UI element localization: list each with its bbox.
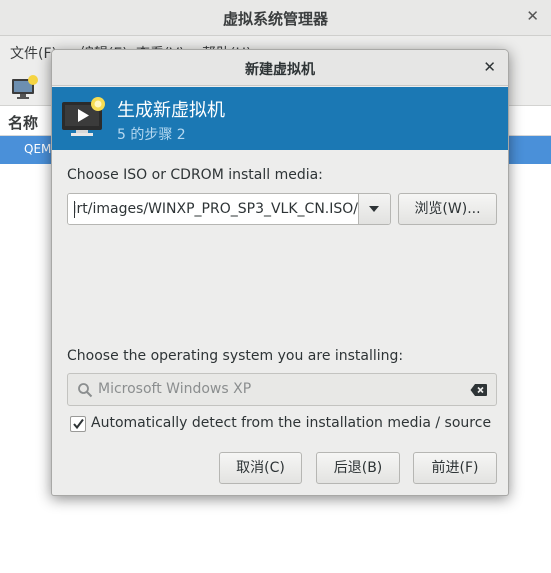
column-name-header[interactable]: 名称 <box>8 112 38 133</box>
step-indicator: 5 的步骤 2 <box>117 127 186 143</box>
main-window-close-icon[interactable]: ✕ <box>526 7 539 25</box>
new-vm-dialog: 新建虚拟机 ✕ 生成新虚拟机 5 的步骤 2 Choose ISO or CDR… <box>51 49 509 496</box>
cancel-button[interactable]: 取消(C) <box>219 452 302 484</box>
back-button[interactable]: 后退(B) <box>316 452 400 484</box>
auto-detect-checkbox[interactable] <box>70 416 86 432</box>
os-label: Choose the operating system you are inst… <box>67 348 404 364</box>
search-icon <box>78 383 93 398</box>
main-window-titlebar: 虚拟系统管理器 ✕ <box>0 0 551 36</box>
media-label: Choose ISO or CDROM install media: <box>67 167 323 183</box>
wizard-banner: 生成新虚拟机 5 的步骤 2 <box>52 87 508 150</box>
forward-button[interactable]: 前进(F) <box>413 452 497 484</box>
os-search-field[interactable]: Microsoft Windows XP <box>67 373 497 406</box>
dialog-close-icon[interactable]: ✕ <box>483 58 496 76</box>
iso-path-combobox[interactable] <box>67 193 391 225</box>
clear-icon[interactable] <box>470 383 488 397</box>
dialog-title: 新建虚拟机 <box>245 62 315 78</box>
main-window-title: 虚拟系统管理器 <box>222 10 328 28</box>
checkmark-icon <box>73 418 84 430</box>
auto-detect-label[interactable]: Automatically detect from the installati… <box>91 415 491 431</box>
monitor-icon <box>62 97 105 136</box>
menu-file[interactable]: 文件(F) <box>10 43 57 63</box>
text-cursor <box>74 201 75 218</box>
banner-title: 生成新虚拟机 <box>117 100 225 121</box>
new-vm-monitor-icon[interactable] <box>10 74 40 100</box>
dropdown-arrow-icon <box>369 206 379 212</box>
browse-button[interactable]: 浏览(W)... <box>398 193 497 225</box>
os-search-value: Microsoft Windows XP <box>98 381 252 397</box>
iso-path-dropdown-button[interactable] <box>358 194 390 224</box>
iso-path-input[interactable] <box>68 194 358 224</box>
dialog-titlebar: 新建虚拟机 ✕ <box>52 50 508 86</box>
